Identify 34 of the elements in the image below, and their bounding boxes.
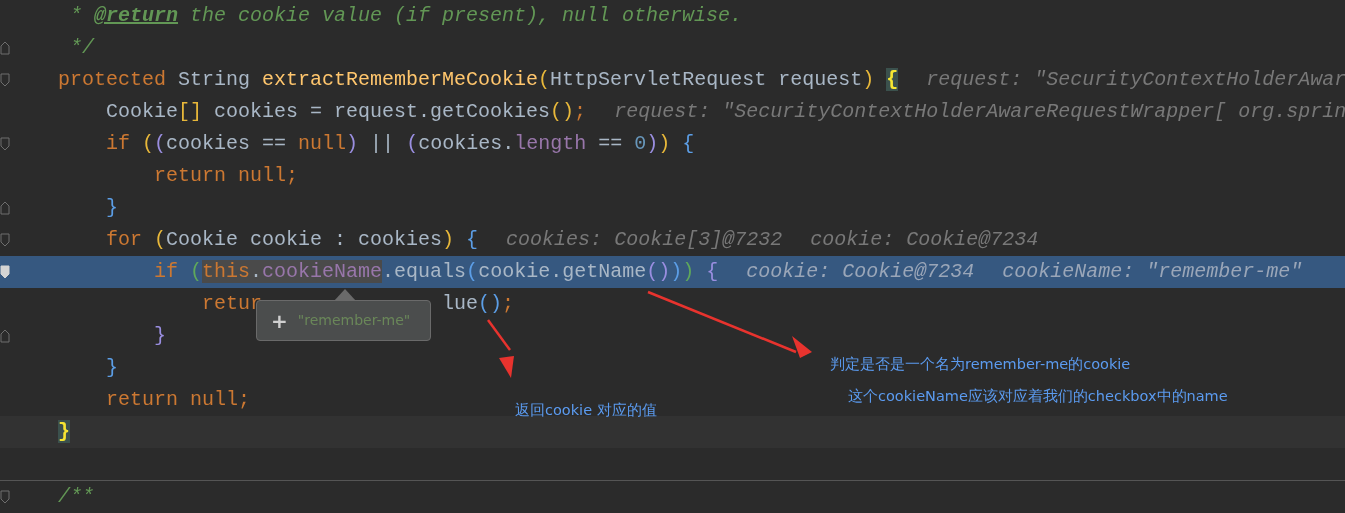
code-line: retur	[202, 291, 262, 317]
inline-value-hint: request: "SecurityContextHolderAwar	[926, 67, 1345, 93]
code-line: Cookie[] cookies = request.getCookies();	[106, 99, 587, 125]
expand-icon[interactable]: +	[271, 310, 288, 331]
fold-marker-icon[interactable]	[0, 137, 10, 151]
code-line: }	[154, 323, 166, 349]
code-line: if ((cookies == null) || (cookies.length == 0)) {	[106, 131, 695, 157]
annotation-text: 返回cookie 对应的值	[515, 401, 657, 420]
inline-value-hint: cookie: Cookie@7234	[810, 227, 1039, 253]
code-line: if (this.cookieName.equals(cookie.getName())) {	[154, 259, 719, 285]
fold-marker-icon[interactable]	[0, 73, 10, 87]
fold-marker-icon[interactable]	[0, 329, 10, 343]
annotation-arrow	[487, 319, 514, 378]
inline-value-hint: cookies: Cookie[3]@7232	[506, 227, 783, 253]
fold-marker-icon[interactable]	[0, 233, 10, 247]
code-line: * @return the cookie value (if present), null otherwise.	[69, 3, 743, 29]
inline-value-hint: cookie: Cookie@7234	[746, 259, 975, 285]
annotation-text: 这个cookieName应该对应着我们的checkbox中的name	[848, 387, 1228, 406]
tooltip-value: "remember-me"	[297, 311, 411, 330]
code-line: protected String extractRememberMeCookie(HttpServletRequest request) {	[58, 67, 899, 93]
inline-value-hint: request: "SecurityContextHolderAwareRequestWrapper[ org.sprin	[614, 99, 1345, 125]
code-line: return null;	[106, 387, 251, 413]
code-line: for (Cookie cookie : cookies) {	[106, 227, 479, 253]
code-line: /**	[58, 484, 94, 510]
code-line: }	[106, 355, 118, 381]
code-line: }	[106, 195, 118, 221]
code-line: lue();	[442, 291, 515, 317]
fold-marker-icon[interactable]	[0, 490, 10, 504]
fold-marker-icon[interactable]	[0, 201, 10, 215]
code-line: return null;	[154, 163, 299, 189]
fold-marker-icon[interactable]	[0, 41, 10, 55]
code-line: */	[69, 35, 94, 61]
annotation-text: 判定是否是一个名为remember-me的cookie	[830, 355, 1131, 374]
inline-value-hint: cookieName: "remember-me"	[1002, 259, 1303, 285]
